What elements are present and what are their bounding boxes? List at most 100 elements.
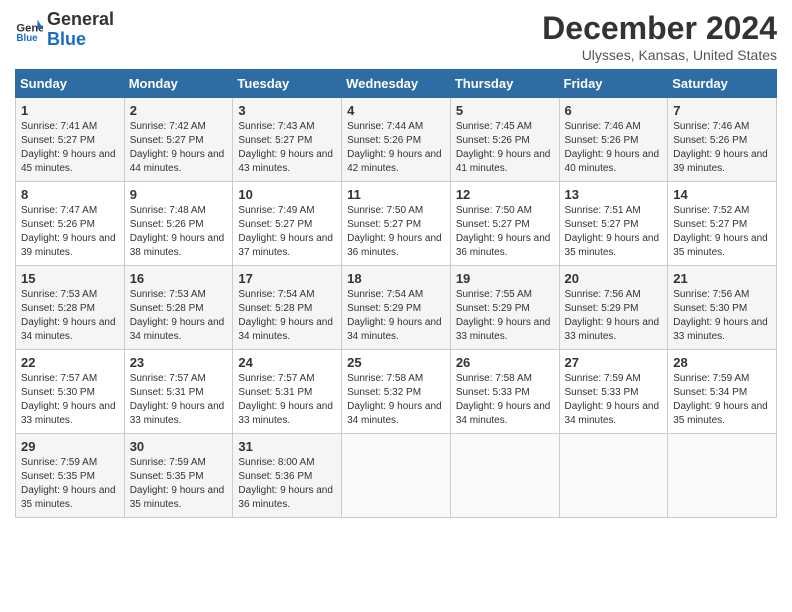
day-number: 26 xyxy=(456,355,554,370)
day-cell: 4 Sunrise: 7:44 AM Sunset: 5:26 PM Daylig… xyxy=(342,98,451,182)
week-row-5: 29 Sunrise: 7:59 AM Sunset: 5:35 PM Dayli… xyxy=(16,434,777,518)
day-cell: 27 Sunrise: 7:59 AM Sunset: 5:33 PM Dayli… xyxy=(559,350,668,434)
day-number: 17 xyxy=(238,271,336,286)
day-number: 22 xyxy=(21,355,119,370)
day-cell: 24 Sunrise: 7:57 AM Sunset: 5:31 PM Dayli… xyxy=(233,350,342,434)
day-info: Sunrise: 7:53 AM Sunset: 5:28 PM Dayligh… xyxy=(21,288,119,344)
day-info: Sunrise: 7:55 AM Sunset: 5:29 PM Dayligh… xyxy=(456,288,554,344)
day-info: Sunrise: 7:52 AM Sunset: 5:27 PM Dayligh… xyxy=(673,204,771,260)
day-number: 30 xyxy=(130,439,228,454)
day-cell: 19 Sunrise: 7:55 AM Sunset: 5:29 PM Dayli… xyxy=(450,266,559,350)
main-title: December 2024 xyxy=(542,10,777,47)
day-cell xyxy=(450,434,559,518)
day-info: Sunrise: 7:59 AM Sunset: 5:34 PM Dayligh… xyxy=(673,372,771,428)
day-cell: 11 Sunrise: 7:50 AM Sunset: 5:27 PM Dayli… xyxy=(342,182,451,266)
day-number: 14 xyxy=(673,187,771,202)
day-number: 4 xyxy=(347,103,445,118)
day-cell: 30 Sunrise: 7:59 AM Sunset: 5:35 PM Dayli… xyxy=(124,434,233,518)
day-info: Sunrise: 7:47 AM Sunset: 5:26 PM Dayligh… xyxy=(21,204,119,260)
subtitle: Ulysses, Kansas, United States xyxy=(542,47,777,63)
logo-text: General Blue xyxy=(47,10,114,50)
day-cell: 9 Sunrise: 7:48 AM Sunset: 5:26 PM Daylig… xyxy=(124,182,233,266)
day-cell: 18Sunrise: 7:54 AM Sunset: 5:29 PM Dayli… xyxy=(342,266,451,350)
header-row: SundayMondayTuesdayWednesdayThursdayFrid… xyxy=(16,70,777,98)
col-header-tuesday: Tuesday xyxy=(233,70,342,98)
day-cell: 29 Sunrise: 7:59 AM Sunset: 5:35 PM Dayli… xyxy=(16,434,125,518)
day-cell: 8 Sunrise: 7:47 AM Sunset: 5:26 PM Daylig… xyxy=(16,182,125,266)
day-info: Sunrise: 7:46 AM Sunset: 5:26 PM Dayligh… xyxy=(673,120,771,176)
week-row-3: 15Sunrise: 7:53 AM Sunset: 5:28 PM Dayli… xyxy=(16,266,777,350)
day-cell: 2 Sunrise: 7:42 AM Sunset: 5:27 PM Daylig… xyxy=(124,98,233,182)
day-cell: 17Sunrise: 7:54 AM Sunset: 5:28 PM Dayli… xyxy=(233,266,342,350)
day-number: 2 xyxy=(130,103,228,118)
day-number: 19 xyxy=(456,271,554,286)
day-info: Sunrise: 7:45 AM Sunset: 5:26 PM Dayligh… xyxy=(456,120,554,176)
day-info: Sunrise: 7:41 AM Sunset: 5:27 PM Dayligh… xyxy=(21,120,119,176)
day-number: 3 xyxy=(238,103,336,118)
day-cell: 3 Sunrise: 7:43 AM Sunset: 5:27 PM Daylig… xyxy=(233,98,342,182)
day-info: Sunrise: 7:57 AM Sunset: 5:30 PM Dayligh… xyxy=(21,372,119,428)
day-number: 27 xyxy=(565,355,663,370)
col-header-wednesday: Wednesday xyxy=(342,70,451,98)
day-info: Sunrise: 7:46 AM Sunset: 5:26 PM Dayligh… xyxy=(565,120,663,176)
day-cell: 25Sunrise: 7:58 AM Sunset: 5:32 PM Dayli… xyxy=(342,350,451,434)
day-cell: 12 Sunrise: 7:50 AM Sunset: 5:27 PM Dayli… xyxy=(450,182,559,266)
day-cell: 10Sunrise: 7:49 AM Sunset: 5:27 PM Dayli… xyxy=(233,182,342,266)
day-cell: 31Sunrise: 8:00 AM Sunset: 5:36 PM Dayli… xyxy=(233,434,342,518)
logo: General Blue General Blue xyxy=(15,10,114,50)
day-number: 28 xyxy=(673,355,771,370)
svg-text:Blue: Blue xyxy=(16,33,38,44)
day-cell: 28 Sunrise: 7:59 AM Sunset: 5:34 PM Dayli… xyxy=(668,350,777,434)
day-cell: 1Sunrise: 7:41 AM Sunset: 5:27 PM Daylig… xyxy=(16,98,125,182)
day-info: Sunrise: 8:00 AM Sunset: 5:36 PM Dayligh… xyxy=(238,456,336,512)
day-number: 29 xyxy=(21,439,119,454)
day-cell xyxy=(342,434,451,518)
day-cell: 23 Sunrise: 7:57 AM Sunset: 5:31 PM Dayli… xyxy=(124,350,233,434)
day-info: Sunrise: 7:57 AM Sunset: 5:31 PM Dayligh… xyxy=(130,372,228,428)
day-cell: 21Sunrise: 7:56 AM Sunset: 5:30 PM Dayli… xyxy=(668,266,777,350)
day-info: Sunrise: 7:50 AM Sunset: 5:27 PM Dayligh… xyxy=(456,204,554,260)
day-info: Sunrise: 7:43 AM Sunset: 5:27 PM Dayligh… xyxy=(238,120,336,176)
day-number: 24 xyxy=(238,355,336,370)
day-cell: 5Sunrise: 7:45 AM Sunset: 5:26 PM Daylig… xyxy=(450,98,559,182)
day-number: 8 xyxy=(21,187,119,202)
day-cell: 16Sunrise: 7:53 AM Sunset: 5:28 PM Dayli… xyxy=(124,266,233,350)
day-number: 16 xyxy=(130,271,228,286)
col-header-saturday: Saturday xyxy=(668,70,777,98)
day-cell: 13Sunrise: 7:51 AM Sunset: 5:27 PM Dayli… xyxy=(559,182,668,266)
day-cell: 6 Sunrise: 7:46 AM Sunset: 5:26 PM Daylig… xyxy=(559,98,668,182)
day-info: Sunrise: 7:59 AM Sunset: 5:35 PM Dayligh… xyxy=(21,456,119,512)
day-info: Sunrise: 7:57 AM Sunset: 5:31 PM Dayligh… xyxy=(238,372,336,428)
day-info: Sunrise: 7:59 AM Sunset: 5:35 PM Dayligh… xyxy=(130,456,228,512)
day-info: Sunrise: 7:42 AM Sunset: 5:27 PM Dayligh… xyxy=(130,120,228,176)
day-number: 7 xyxy=(673,103,771,118)
day-cell: 15Sunrise: 7:53 AM Sunset: 5:28 PM Dayli… xyxy=(16,266,125,350)
day-info: Sunrise: 7:59 AM Sunset: 5:33 PM Dayligh… xyxy=(565,372,663,428)
week-row-2: 8 Sunrise: 7:47 AM Sunset: 5:26 PM Daylig… xyxy=(16,182,777,266)
day-number: 9 xyxy=(130,187,228,202)
day-cell xyxy=(668,434,777,518)
day-cell: 7 Sunrise: 7:46 AM Sunset: 5:26 PM Daylig… xyxy=(668,98,777,182)
day-cell xyxy=(559,434,668,518)
col-header-monday: Monday xyxy=(124,70,233,98)
day-info: Sunrise: 7:48 AM Sunset: 5:26 PM Dayligh… xyxy=(130,204,228,260)
day-number: 10 xyxy=(238,187,336,202)
logo-icon: General Blue xyxy=(15,16,43,44)
day-number: 23 xyxy=(130,355,228,370)
col-header-friday: Friday xyxy=(559,70,668,98)
day-cell: 14 Sunrise: 7:52 AM Sunset: 5:27 PM Dayli… xyxy=(668,182,777,266)
day-info: Sunrise: 7:50 AM Sunset: 5:27 PM Dayligh… xyxy=(347,204,445,260)
page-header: General Blue General Blue December 2024 … xyxy=(15,10,777,63)
day-number: 12 xyxy=(456,187,554,202)
col-header-thursday: Thursday xyxy=(450,70,559,98)
day-info: Sunrise: 7:44 AM Sunset: 5:26 PM Dayligh… xyxy=(347,120,445,176)
title-area: December 2024 Ulysses, Kansas, United St… xyxy=(542,10,777,63)
col-header-sunday: Sunday xyxy=(16,70,125,98)
day-number: 6 xyxy=(565,103,663,118)
calendar-table: SundayMondayTuesdayWednesdayThursdayFrid… xyxy=(15,69,777,518)
day-cell: 22 Sunrise: 7:57 AM Sunset: 5:30 PM Dayli… xyxy=(16,350,125,434)
week-row-4: 22 Sunrise: 7:57 AM Sunset: 5:30 PM Dayli… xyxy=(16,350,777,434)
day-cell: 20Sunrise: 7:56 AM Sunset: 5:29 PM Dayli… xyxy=(559,266,668,350)
day-number: 11 xyxy=(347,187,445,202)
day-info: Sunrise: 7:56 AM Sunset: 5:29 PM Dayligh… xyxy=(565,288,663,344)
